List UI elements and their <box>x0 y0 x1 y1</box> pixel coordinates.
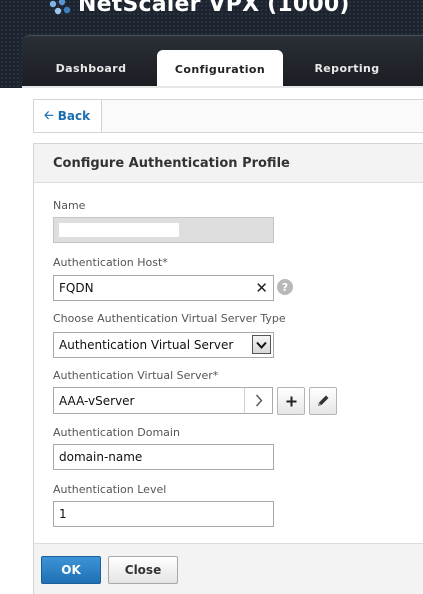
host-label: Authentication Host* <box>53 256 168 269</box>
domain-value: domain-name <box>59 450 143 464</box>
app-title: NetScaler VPX (1000) <box>78 0 350 17</box>
close-icon[interactable]: ✕ <box>255 280 268 296</box>
vserver-input[interactable]: AAA-vServer <box>53 387 245 414</box>
panel-footer: OK Close <box>34 543 423 594</box>
tab-configuration[interactable]: Configuration <box>157 50 283 88</box>
level-input[interactable]: 1 <box>53 501 274 527</box>
vserver-type-label: Choose Authentication Virtual Server Typ… <box>53 312 286 325</box>
question-mark-icon[interactable]: ? <box>277 279 293 295</box>
plus-icon <box>286 396 296 406</box>
chevron-down-icon[interactable] <box>252 335 271 354</box>
host-input[interactable]: FQDN ✕ <box>53 275 274 301</box>
close-button[interactable]: Close <box>108 556 178 584</box>
ok-button[interactable]: OK <box>41 556 101 584</box>
vserver-type-select[interactable]: Authentication Virtual Server <box>53 332 274 358</box>
chevron-right-icon[interactable] <box>244 387 273 414</box>
add-vserver-button[interactable] <box>277 387 305 415</box>
arrow-left-icon: 🡠 <box>44 107 54 122</box>
domain-label: Authentication Domain <box>53 426 180 439</box>
back-label: Back <box>57 109 91 123</box>
pencil-icon <box>318 395 329 406</box>
vserver-label: Authentication Virtual Server* <box>53 369 219 382</box>
name-field <box>53 217 274 243</box>
configure-profile-panel: Configure Authentication Profile Name Au… <box>33 143 423 594</box>
host-value: FQDN <box>59 281 94 295</box>
back-button[interactable]: 🡠 Back <box>34 100 102 132</box>
netscaler-logo-icon <box>49 0 71 15</box>
level-label: Authentication Level <box>53 483 167 496</box>
domain-input[interactable]: domain-name <box>53 444 274 470</box>
panel-title: Configure Authentication Profile <box>34 144 423 183</box>
redacted-value <box>59 223 179 237</box>
vserver-type-value: Authentication Virtual Server <box>59 338 234 352</box>
level-value: 1 <box>59 507 67 521</box>
vserver-value: AAA-vServer <box>59 393 135 408</box>
back-bar: 🡠 Back <box>33 99 423 133</box>
tab-reporting[interactable]: Reporting <box>290 50 404 86</box>
tab-underline <box>22 86 423 88</box>
left-gutter <box>0 88 33 594</box>
edit-vserver-button[interactable] <box>309 387 337 415</box>
name-label: Name <box>53 199 86 212</box>
tab-dashboard[interactable]: Dashboard <box>30 50 152 86</box>
top-header: NetScaler VPX (1000) Dashboard Configura… <box>0 0 423 88</box>
